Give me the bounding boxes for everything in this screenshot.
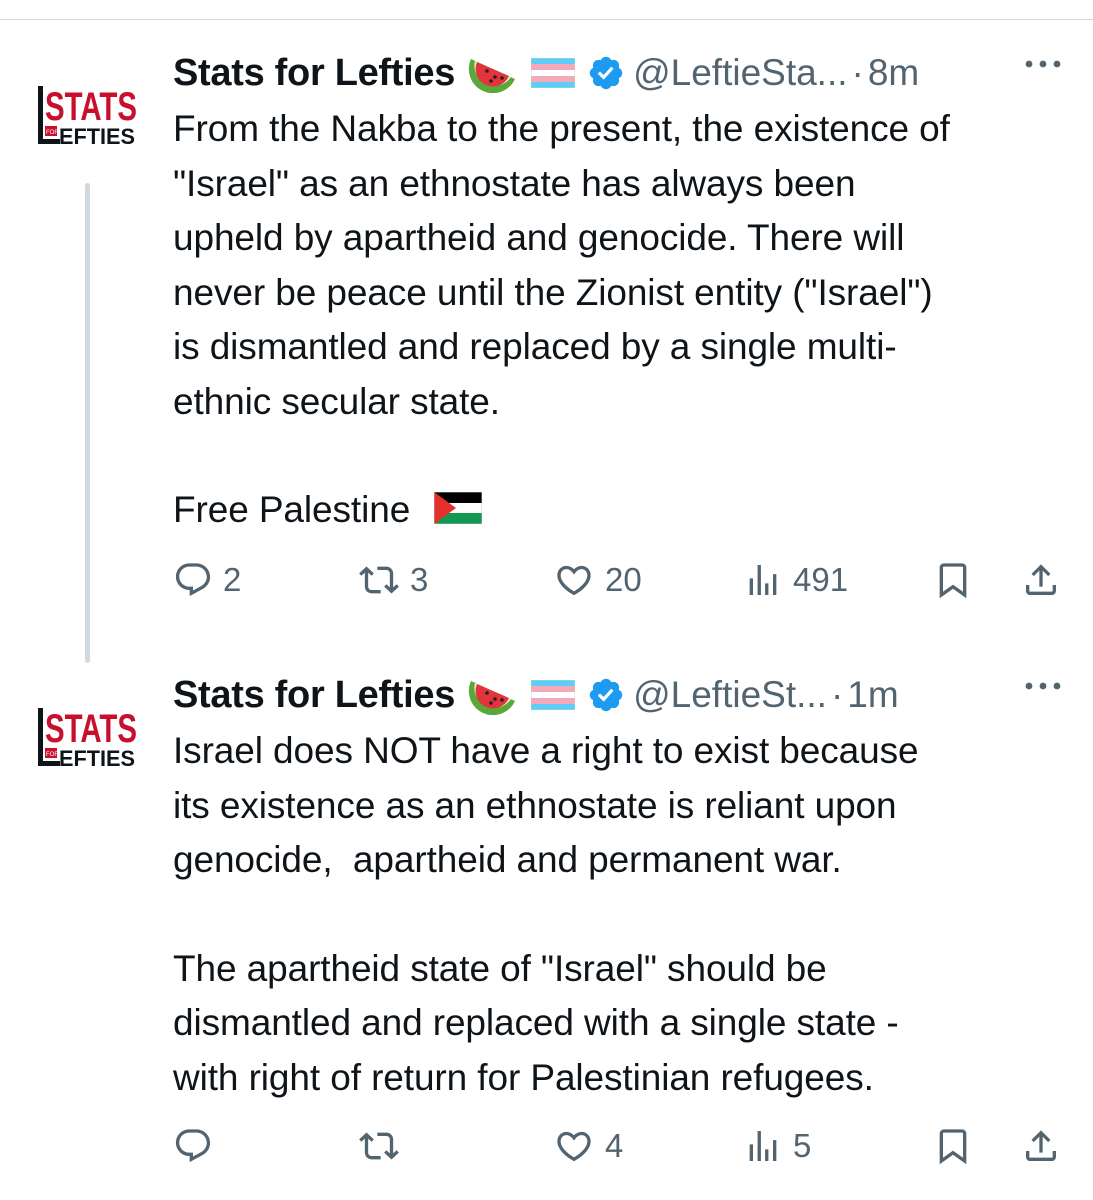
text-line: Israel does NOT have a right to exist be… bbox=[173, 730, 919, 771]
svg-text:EFTIES: EFTIES bbox=[59, 746, 135, 771]
thread-connector-line bbox=[85, 183, 90, 663]
action-bar: 4 5 bbox=[173, 1116, 1073, 1176]
text-line: dismantled and replaced with a single st… bbox=[173, 1002, 899, 1043]
text-line: genocide, apartheid and permanent war. bbox=[173, 839, 842, 880]
views-button[interactable]: 491 bbox=[743, 550, 848, 610]
svg-text:FOR: FOR bbox=[46, 130, 59, 136]
views-icon bbox=[743, 1126, 783, 1166]
more-icon[interactable] bbox=[1023, 676, 1063, 701]
like-count: 4 bbox=[605, 1127, 624, 1164]
palestine-flag-emoji bbox=[433, 485, 483, 540]
like-icon bbox=[553, 560, 595, 600]
text-line-closing: Free Palestine bbox=[173, 483, 1073, 538]
text-line: From the Nakba to the present, the exist… bbox=[173, 108, 950, 149]
text-line: is dismantled and replaced by a single m… bbox=[173, 326, 897, 367]
author-display-name[interactable]: Stats for Lefties bbox=[173, 674, 455, 717]
transgender-flag-emoji bbox=[531, 680, 576, 710]
tweet-text: From the Nakba to the present, the exist… bbox=[173, 102, 1073, 538]
tweet-header: Stats for Lefties bbox=[173, 670, 1073, 720]
repost-button[interactable]: 3 bbox=[358, 550, 428, 610]
svg-text:STATS: STATS bbox=[45, 85, 137, 129]
text-line: ethnic secular state. bbox=[173, 380, 500, 422]
bookmark-button[interactable] bbox=[933, 550, 973, 610]
closing-text: Free Palestine bbox=[173, 489, 411, 530]
repost-icon bbox=[358, 560, 400, 600]
bookmark-icon bbox=[933, 559, 973, 601]
text-line: "Israel" as an ethnostate has always bee… bbox=[173, 162, 856, 204]
reply-count: 2 bbox=[223, 561, 242, 598]
action-bar: 2 3 20 491 bbox=[173, 550, 1073, 610]
share-button[interactable] bbox=[1021, 550, 1061, 610]
author-handle[interactable]: @LeftieSta... bbox=[633, 52, 847, 94]
like-button[interactable]: 4 bbox=[553, 1116, 623, 1176]
views-button[interactable]: 5 bbox=[743, 1116, 811, 1176]
tweet-1[interactable]: STATS FOR EFTIES Stats for Lefties @Left… bbox=[0, 40, 1093, 663]
reply-button[interactable] bbox=[173, 1116, 223, 1176]
separator-dot: · bbox=[851, 52, 864, 93]
text-line: with right of return for Palestinian ref… bbox=[173, 1056, 874, 1098]
more-icon[interactable] bbox=[1023, 54, 1063, 79]
like-button[interactable]: 20 bbox=[553, 550, 642, 610]
views-count: 5 bbox=[793, 1127, 812, 1164]
svg-text:FOR: FOR bbox=[46, 752, 59, 758]
avatar[interactable]: STATS FOR EFTIES bbox=[26, 676, 150, 800]
verified-badge-icon bbox=[587, 54, 625, 92]
text-line: The apartheid state of "Israel" should b… bbox=[173, 947, 827, 989]
share-icon bbox=[1021, 559, 1061, 601]
share-icon bbox=[1021, 1125, 1061, 1167]
reply-icon bbox=[173, 560, 213, 600]
svg-text:STATS: STATS bbox=[45, 707, 137, 751]
text-line: upheld by apartheid and genocide. There … bbox=[173, 217, 905, 258]
svg-text:EFTIES: EFTIES bbox=[59, 124, 135, 149]
views-count: 491 bbox=[793, 561, 849, 598]
share-button[interactable] bbox=[1021, 1116, 1061, 1176]
top-divider bbox=[0, 19, 1093, 20]
repost-icon bbox=[358, 1126, 400, 1166]
bookmark-icon bbox=[933, 1125, 973, 1167]
tweet-header: Stats for Lefties bbox=[173, 48, 1073, 98]
views-icon bbox=[743, 560, 783, 600]
avatar[interactable]: STATS FOR EFTIES bbox=[26, 54, 150, 178]
reply-icon bbox=[173, 1126, 213, 1166]
watermelon-emoji bbox=[467, 675, 519, 715]
timestamp[interactable]: 8m bbox=[868, 52, 919, 94]
text-line: never be peace until the Zionist entity … bbox=[173, 271, 933, 313]
tweet-text: Israel does NOT have a right to exist be… bbox=[173, 724, 1073, 1105]
bookmark-button[interactable] bbox=[933, 1116, 973, 1176]
author-handle[interactable]: @LeftieSt... bbox=[633, 674, 827, 716]
reply-button[interactable]: 2 bbox=[173, 550, 241, 610]
watermelon-emoji bbox=[467, 53, 519, 93]
timestamp[interactable]: 1m bbox=[847, 674, 898, 716]
like-icon bbox=[553, 1126, 595, 1166]
tweet-2[interactable]: STATS FOR EFTIES Stats for Lefties @Left… bbox=[0, 662, 1093, 1200]
author-display-name[interactable]: Stats for Lefties bbox=[173, 52, 455, 95]
repost-count: 3 bbox=[410, 561, 429, 598]
separator-dot: · bbox=[830, 674, 844, 715]
like-count: 20 bbox=[605, 561, 642, 598]
text-line: its existence as an ethnostate is relian… bbox=[173, 784, 897, 826]
transgender-flag-emoji bbox=[531, 58, 576, 88]
repost-button[interactable] bbox=[358, 1116, 410, 1176]
verified-badge-icon bbox=[587, 676, 625, 714]
